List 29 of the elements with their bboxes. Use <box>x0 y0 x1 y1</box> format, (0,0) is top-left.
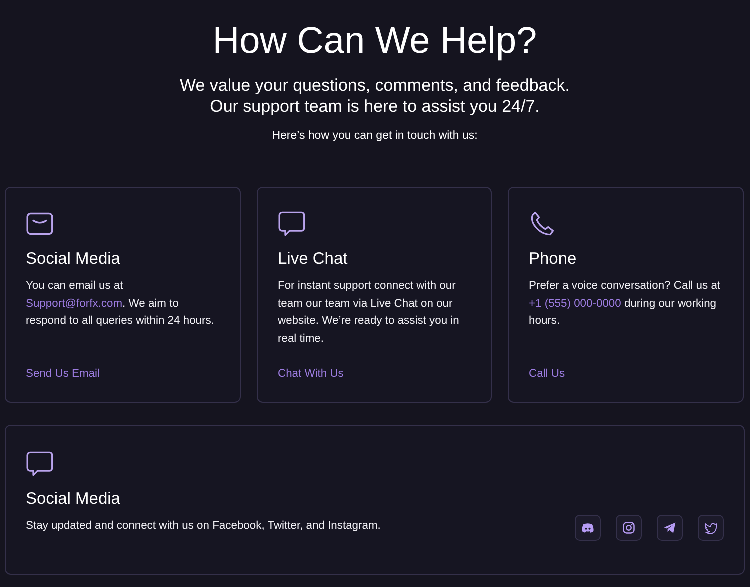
subtitle-line: Our support team is here to assist you 24/7. <box>210 96 540 117</box>
contact-link[interactable]: Support@forfx.com <box>26 298 123 310</box>
gamepad-icon <box>581 521 595 535</box>
card-title: Phone <box>529 250 577 269</box>
speech-bubble-icon <box>278 210 306 238</box>
card-description: You can email us at Support@forfx.com. We aim to respond to all queries within 24 hours. <box>26 279 216 329</box>
action-link[interactable]: Call Us <box>529 368 566 380</box>
phone-icon <box>529 210 557 238</box>
paper-plane-icon <box>663 521 677 535</box>
card-title: Live Chat <box>278 250 348 269</box>
card-description: Prefer a voice conversation? Call us at +1 (555) 000-0000 during our working hours. <box>529 279 722 329</box>
social-button[interactable] <box>575 515 601 541</box>
card-title: Social Media <box>26 490 120 509</box>
contact-link[interactable]: +1 (555) 000-0000 <box>529 298 622 310</box>
card-title: Social Media <box>26 250 120 269</box>
action-link[interactable]: Send Us Email <box>26 368 100 380</box>
social-button[interactable] <box>657 515 683 541</box>
envelope-icon <box>26 210 54 238</box>
social-button[interactable] <box>698 515 724 541</box>
page-title: How Can We Help? <box>212 20 538 62</box>
card-description: For instant support connect with our team our team via Live Chat on our website. We’re ready to assist you in real time. <box>278 279 460 346</box>
camera-icon <box>622 521 636 535</box>
intro-text: Here’s how you can get in touch with us: <box>271 130 479 142</box>
card-description: Stay updated and connect with us on Facebook, Twitter, and Instagram. <box>26 519 381 534</box>
action-link[interactable]: Chat With Us <box>278 368 344 380</box>
speech-bubble-icon <box>26 450 54 478</box>
subtitle-line: We value your questions, comments, and feedback. <box>180 75 570 96</box>
social-button[interactable] <box>616 515 642 541</box>
bird-icon <box>704 521 718 535</box>
